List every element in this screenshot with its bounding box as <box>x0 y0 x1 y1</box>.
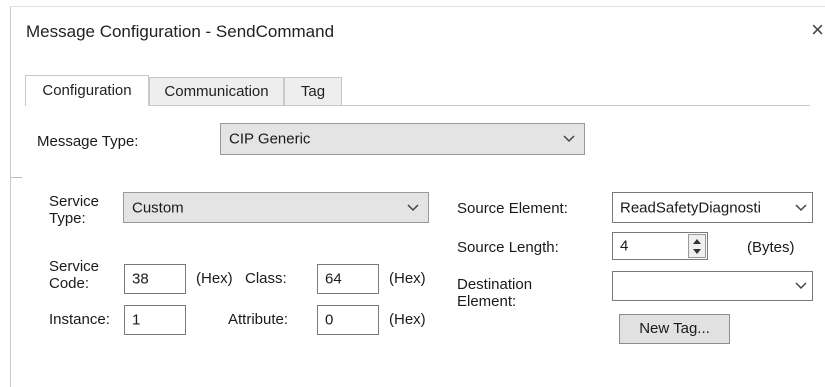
class-value: 64 <box>325 270 342 288</box>
class-hex-label: (Hex) <box>389 270 426 287</box>
destination-element-label: Destination Element: <box>457 276 533 310</box>
chevron-down-icon <box>795 282 807 290</box>
attribute-value: 0 <box>325 311 334 329</box>
title-bar: Message Configuration - SendCommand × <box>11 7 825 57</box>
spin-down-icon <box>693 249 701 254</box>
instance-label: Instance: <box>49 311 110 328</box>
new-tag-button[interactable]: New Tag... <box>619 314 730 344</box>
chevron-down-icon <box>407 203 419 211</box>
tab-configuration[interactable]: Configuration <box>25 75 149 106</box>
class-field[interactable]: 64 <box>317 264 379 294</box>
service-type-label: Service Type: <box>49 193 100 227</box>
spin-up-icon <box>693 239 701 244</box>
tab-tag[interactable]: Tag <box>284 77 342 105</box>
source-element-value: ReadSafetyDiagnosti <box>620 199 761 216</box>
message-configuration-dialog: Message Configuration - SendCommand × Co… <box>10 6 825 387</box>
service-type-dropdown[interactable]: Custom <box>123 192 429 223</box>
instance-value: 1 <box>132 311 141 329</box>
instance-field[interactable]: 1 <box>124 305 186 335</box>
service-code-field[interactable]: 38 <box>124 264 186 294</box>
tab-communication[interactable]: Communication <box>149 77 284 105</box>
bytes-label: (Bytes) <box>747 239 795 256</box>
service-code-hex-label: (Hex) <box>196 270 233 287</box>
service-code-label: Service Code: <box>49 258 100 292</box>
chevron-down-icon <box>563 135 575 143</box>
chevron-down-icon <box>795 203 807 211</box>
class-label: Class: <box>245 270 287 287</box>
source-length-value: 4 <box>620 237 629 255</box>
window-title: Message Configuration - SendCommand <box>26 22 335 41</box>
source-element-label: Source Element: <box>457 200 568 217</box>
spin-up-down-icon[interactable] <box>688 234 706 258</box>
service-code-value: 38 <box>132 270 149 288</box>
tab-strip: Configuration Communication Tag <box>25 75 810 106</box>
message-type-dropdown[interactable]: CIP Generic <box>220 123 585 155</box>
message-type-label: Message Type: <box>37 133 139 150</box>
source-length-spinner[interactable]: 4 <box>612 232 708 260</box>
message-type-value: CIP Generic <box>229 130 311 148</box>
source-element-dropdown[interactable]: ReadSafetyDiagnosti <box>612 192 813 223</box>
left-divider <box>11 177 22 178</box>
service-type-value: Custom <box>132 199 184 216</box>
attribute-field[interactable]: 0 <box>317 305 379 335</box>
attribute-hex-label: (Hex) <box>389 311 426 328</box>
destination-element-dropdown[interactable] <box>612 271 813 301</box>
attribute-label: Attribute: <box>228 311 289 328</box>
source-length-label: Source Length: <box>457 239 559 256</box>
close-icon[interactable]: × <box>811 19 824 41</box>
